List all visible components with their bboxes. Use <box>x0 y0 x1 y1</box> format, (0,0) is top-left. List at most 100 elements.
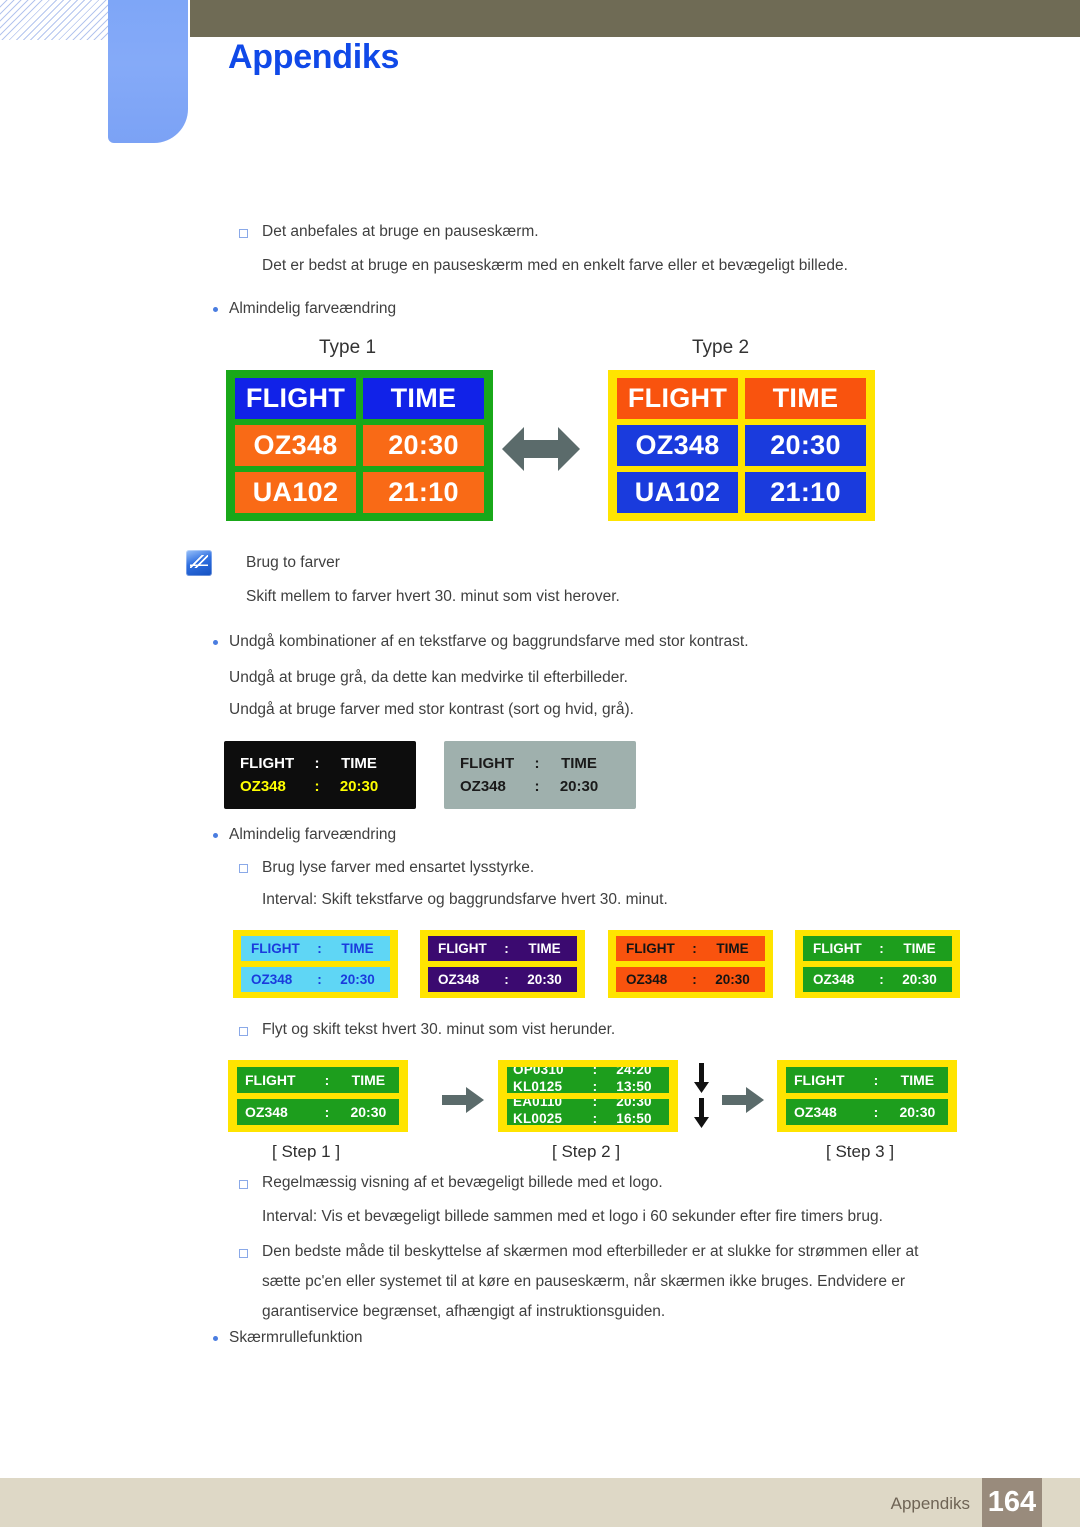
board-header-strip: FLIGHT : TIME <box>616 936 765 961</box>
arrow-down-icon-1 <box>694 1063 709 1093</box>
board-data-row-1: OZ348 20:30 <box>617 425 866 466</box>
cell-flight-code: EA0110 <box>513 1099 563 1109</box>
step3-board: FLIGHT : TIME OZ348 : 20:30 <box>777 1060 957 1132</box>
cell-colon: : <box>314 755 320 772</box>
cell-colon: : <box>324 1104 330 1120</box>
arrow-right-icon-1 <box>442 1087 484 1113</box>
cell-flight-header: FLIGHT <box>245 1072 296 1088</box>
bullet-square-3 <box>239 1027 248 1036</box>
cell-flight-header: FLIGHT <box>438 941 487 956</box>
board-header-strip: FLIGHT : TIME <box>241 936 390 961</box>
cell-colon: : <box>534 778 540 795</box>
board-header-strip: FLIGHT : TIME <box>786 1067 948 1093</box>
cell-flight-ua102: UA102 <box>235 472 356 513</box>
cell-flight-oz348: OZ348 <box>245 1104 288 1120</box>
body-subtext-6: Interval: Vis et bevægeligt billede samm… <box>262 1208 883 1225</box>
cell-colon: : <box>873 1072 879 1088</box>
board-data-row-2: UA102 21:10 <box>235 472 484 513</box>
flight-board-type1: FLIGHT TIME OZ348 20:30 UA102 21:10 <box>226 370 493 521</box>
page-title: Appendiks <box>228 38 400 76</box>
step2-label: [ Step 2 ] <box>552 1142 621 1161</box>
body-subtext-1: Det er bedst at bruge en pauseskærm med … <box>262 257 848 274</box>
cell-flight-oz348: OZ348 <box>438 972 480 987</box>
body-text-2: Almindelig farveændring <box>229 300 397 317</box>
cell-time-2110: 21:10 <box>363 472 484 513</box>
board-header-strip: FLIGHT : TIME <box>803 936 952 961</box>
cell-flight-oz348: OZ348 <box>460 778 506 795</box>
board-header-strip: FLIGHT : TIME <box>428 936 577 961</box>
cell-colon: : <box>592 1067 598 1077</box>
body-subtext-4a: Brug lyse farver med ensartet lysstyrke. <box>262 859 535 876</box>
cell-time: 13:50 <box>616 1079 652 1093</box>
note-title: Brug to farver <box>246 554 340 571</box>
footer-page-number: 164 <box>982 1478 1042 1527</box>
board-data-strip: OZ348 : 20:30 <box>241 967 390 992</box>
cell-colon: : <box>314 778 320 795</box>
body-text-5: Flyt og skift tekst hvert 30. minut som … <box>262 1021 616 1038</box>
cell-time-2030: 20:30 <box>899 1104 936 1120</box>
cell-time: 24:20 <box>616 1067 652 1077</box>
scroll-line-4: KL0025 : 16:50 <box>507 1111 669 1125</box>
cell-time-header: TIME <box>351 1072 386 1088</box>
scroll-line-3: EA0110 : 20:30 <box>507 1099 669 1109</box>
contrast-board-black: FLIGHT : TIME OZ348 : 20:30 <box>224 741 416 809</box>
cell-time-2030: 20:30 <box>340 972 375 987</box>
bullet-dot-3 <box>213 833 218 838</box>
board-data-strip: OZ348 : 20:30 <box>237 1099 399 1125</box>
cell-colon: : <box>592 1079 598 1093</box>
cell-flight-oz348: OZ348 <box>813 972 855 987</box>
cell-colon: : <box>324 1072 330 1088</box>
body-text-6: Regelmæssig visning af et bevægeligt bil… <box>262 1174 663 1191</box>
flight-board-type2: FLIGHT TIME OZ348 20:30 UA102 21:10 <box>608 370 875 521</box>
cell-flight-oz348: OZ348 <box>794 1104 837 1120</box>
header-blue-tab <box>108 0 188 143</box>
header-stripe-pattern <box>0 0 116 40</box>
cell-time-2030: 20:30 <box>559 778 599 795</box>
type2-label: Type 2 <box>692 337 750 358</box>
body-subtext-3b: Undgå at bruge farver med stor kontrast … <box>229 701 634 718</box>
body-text-8: Skærmrullefunktion <box>229 1329 363 1346</box>
board-data-row-2: UA102 21:10 <box>617 472 866 513</box>
board-header-row: FLIGHT TIME <box>617 378 866 419</box>
cell-flight-header: FLIGHT <box>813 941 862 956</box>
board-data-strip: OZ348 : 20:30 <box>803 967 952 992</box>
board-header-row: FLIGHT TIME <box>235 378 484 419</box>
cell-time-2030: 20:30 <box>339 778 379 795</box>
cell-time-header: TIME <box>900 1072 935 1088</box>
cell-flight-oz348: OZ348 <box>617 425 738 466</box>
step2-board-scrolling: OP0310 : 24:20 KL0125 : 13:50 EA0110 : 2… <box>498 1060 678 1132</box>
cell-time-header: TIME <box>363 378 484 419</box>
cell-colon: : <box>504 972 509 987</box>
board-data-row-1: OZ348 20:30 <box>235 425 484 466</box>
cell-time-2030: 20:30 <box>363 425 484 466</box>
light-board-purple: FLIGHT : TIME OZ348 : 20:30 <box>420 930 585 998</box>
cell-flight-oz348: OZ348 <box>235 425 356 466</box>
type1-label: Type 1 <box>319 337 377 358</box>
body-text-7-line1: Den bedste måde til beskyttelse af skærm… <box>262 1243 919 1260</box>
cell-colon: : <box>879 941 884 956</box>
cell-flight-code: OP0310 <box>513 1067 564 1077</box>
bullet-dot-1 <box>213 307 218 312</box>
cell-time: 20:30 <box>616 1099 652 1109</box>
board-data-strip: OZ348 : 20:30 <box>428 967 577 992</box>
body-text-1: Det anbefales at bruge en pauseskærm. <box>262 223 539 240</box>
board-data-strip: OZ348 : 20:30 <box>616 967 765 992</box>
cell-time-header: TIME <box>341 941 374 956</box>
cell-flight-code: KL0025 <box>513 1111 563 1125</box>
cell-flight-header: FLIGHT <box>251 941 300 956</box>
cell-flight-ua102: UA102 <box>617 472 738 513</box>
cell-time-2030: 20:30 <box>715 972 750 987</box>
body-subtext-3a: Undgå at bruge grå, da dette kan medvirk… <box>229 669 628 686</box>
board-header-line: FLIGHT : TIME <box>240 755 400 772</box>
light-board-green: FLIGHT : TIME OZ348 : 20:30 <box>795 930 960 998</box>
body-text-3: Undgå kombinationer af en tekstfarve og … <box>229 633 749 650</box>
cell-time-2030: 20:30 <box>527 972 562 987</box>
cell-colon: : <box>692 972 697 987</box>
footer-label: Appendiks <box>890 1494 970 1513</box>
cell-colon: : <box>317 941 322 956</box>
light-board-orange: FLIGHT : TIME OZ348 : 20:30 <box>608 930 773 998</box>
cell-colon: : <box>592 1099 598 1109</box>
board-header-strip: FLIGHT : TIME <box>237 1067 399 1093</box>
body-text-7-line2: sætte pc'en eller systemet til at køre e… <box>262 1273 906 1290</box>
step1-board: FLIGHT : TIME OZ348 : 20:30 <box>228 1060 408 1132</box>
